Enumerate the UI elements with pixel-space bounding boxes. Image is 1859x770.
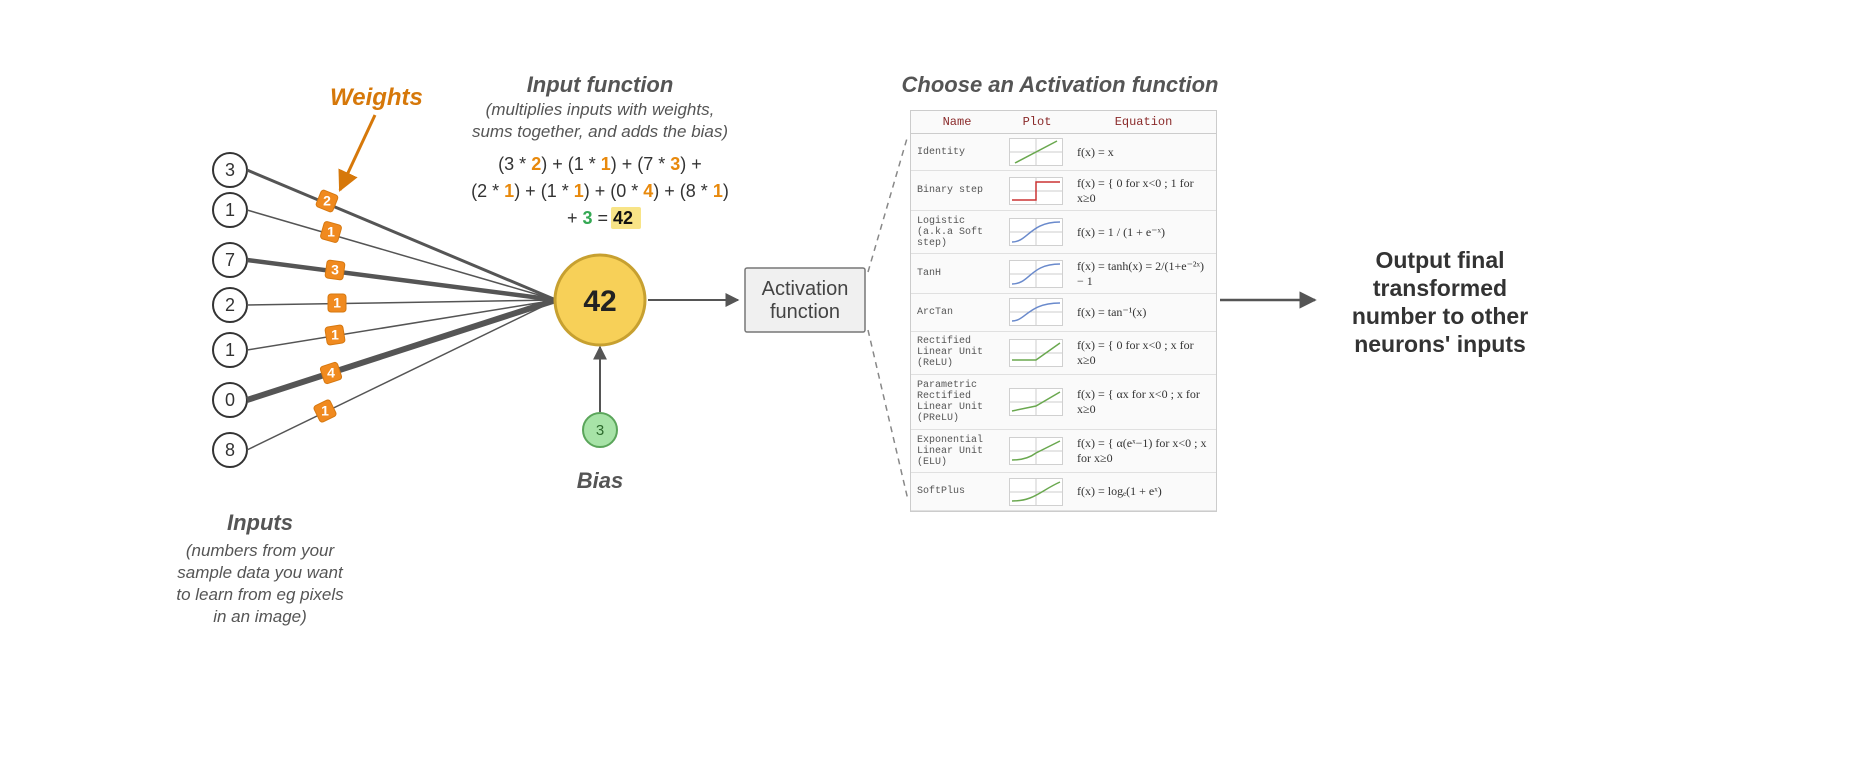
- inputs-sub4: in an image): [213, 607, 307, 626]
- edge-4: [247, 300, 556, 350]
- plot-prelu-icon: [1009, 388, 1063, 416]
- svg-text:8: 8: [225, 440, 235, 460]
- plot-relu-icon: [1009, 339, 1063, 367]
- output-line3: number to other: [1352, 303, 1528, 329]
- activation-table: Name Plot Equation Identity f(x) = x Bin…: [910, 110, 1217, 512]
- inputs-sub3: to learn from eg pixels: [176, 585, 344, 604]
- svg-text:4: 4: [327, 365, 335, 381]
- plot-arctan-icon: [1009, 298, 1063, 326]
- weight-badge-4: 1: [325, 325, 346, 346]
- weight-badge-3: 1: [328, 294, 346, 312]
- bias-value: 3: [596, 422, 604, 439]
- input-node-3: 2: [213, 288, 247, 322]
- neuron-value: 42: [583, 285, 616, 318]
- weights-arrow-icon: [340, 115, 375, 190]
- svg-text:3: 3: [225, 160, 235, 180]
- svg-text:2: 2: [225, 295, 235, 315]
- act-header-eq: Equation: [1071, 111, 1216, 134]
- bias-label: Bias: [577, 468, 623, 493]
- inputs-sub2: sample data you want: [177, 563, 344, 582]
- edge-1: [247, 210, 556, 300]
- svg-text:2: 2: [323, 193, 331, 209]
- formula-line3: + 3 = 42: [567, 208, 633, 228]
- input-node-6: 8: [213, 433, 247, 467]
- svg-text:1: 1: [327, 224, 335, 240]
- act-row-arctan: ArcTan f(x) = tan⁻¹(x): [911, 294, 1216, 331]
- act-header-name: Name: [911, 111, 1003, 134]
- svg-text:1: 1: [333, 295, 341, 311]
- svg-text:1: 1: [225, 340, 235, 360]
- activation-box-line1: Activation: [762, 278, 849, 300]
- plot-softplus-icon: [1009, 478, 1063, 506]
- input-function-sub1: (multiplies inputs with weights,: [486, 100, 715, 119]
- svg-text:3: 3: [331, 262, 339, 278]
- input-node-2: 7: [213, 243, 247, 277]
- output-line4: neurons' inputs: [1354, 331, 1526, 357]
- input-function-sub2: sums together, and adds the bias): [472, 122, 728, 141]
- weight-badge-5: 4: [320, 362, 343, 385]
- svg-text:1: 1: [321, 403, 329, 419]
- act-row-elu: Exponential Linear Unit (ELU) f(x) = { α…: [911, 430, 1216, 473]
- weight-badge-0: 2: [315, 189, 338, 212]
- activation-box-line2: function: [770, 301, 840, 323]
- act-row-prelu: Parametric Rectified Linear Unit (PReLU)…: [911, 374, 1216, 430]
- output-line2: transformed: [1373, 275, 1507, 301]
- svg-text:1: 1: [225, 200, 235, 220]
- plot-elu-icon: [1009, 437, 1063, 465]
- weight-badge-6: 1: [313, 399, 337, 423]
- weight-badge-2: 3: [325, 260, 345, 280]
- svg-text:7: 7: [225, 250, 235, 270]
- act-row-logistic: Logistic (a.k.a Soft step) f(x) = 1 / (1…: [911, 211, 1216, 254]
- input-function-title: Input function: [527, 72, 674, 97]
- act-row-tanh: TanH f(x) = tanh(x) = 2/(1+e⁻²ˣ) − 1: [911, 254, 1216, 294]
- output-line1: Output final: [1375, 247, 1504, 273]
- act-row-identity: Identity f(x) = x: [911, 134, 1216, 171]
- input-node-1: 1: [213, 193, 247, 227]
- inputs-sub1: (numbers from your: [186, 541, 336, 560]
- plot-tanh-icon: [1009, 260, 1063, 288]
- inputs-title: Inputs: [227, 510, 293, 535]
- input-node-5: 0: [213, 383, 247, 417]
- weights-label: Weights: [330, 84, 423, 111]
- svg-text:0: 0: [225, 390, 235, 410]
- dash-bottom-icon: [868, 330, 908, 500]
- edge-3: [247, 300, 556, 305]
- weight-badge-1: 1: [320, 221, 342, 243]
- edge-6: [247, 300, 556, 450]
- act-row-binary-step: Binary step f(x) = { 0 for x<0 ; 1 for x…: [911, 171, 1216, 211]
- svg-text:1: 1: [331, 327, 339, 343]
- plot-identity-icon: [1009, 138, 1063, 166]
- input-node-4: 1: [213, 333, 247, 367]
- formula-line1: (3 * 2) + (1 * 1) + (7 * 3) +: [498, 154, 702, 174]
- dash-top-icon: [868, 135, 908, 272]
- edge-5: [247, 300, 556, 400]
- formula-line2: (2 * 1) + (1 * 1) + (0 * 4) + (8 * 1): [471, 181, 729, 201]
- plot-logistic-icon: [1009, 218, 1063, 246]
- act-row-relu: Rectified Linear Unit (ReLU) f(x) = { 0 …: [911, 331, 1216, 374]
- activation-title: Choose an Activation function: [902, 72, 1219, 97]
- plot-step-icon: [1009, 177, 1063, 205]
- act-row-softplus: SoftPlus f(x) = logₑ(1 + eˣ): [911, 473, 1216, 511]
- act-header-plot: Plot: [1003, 111, 1071, 134]
- input-node-0: 3: [213, 153, 247, 187]
